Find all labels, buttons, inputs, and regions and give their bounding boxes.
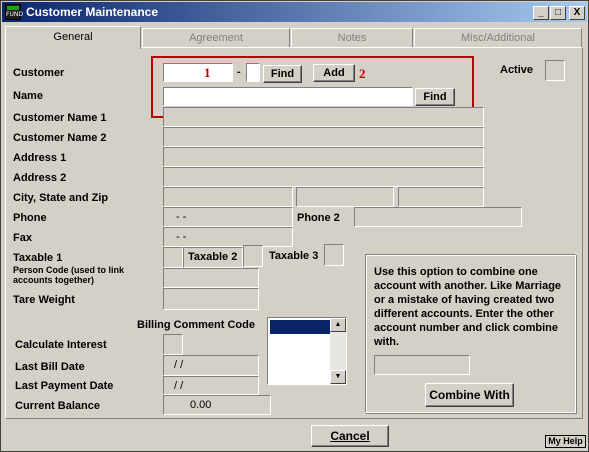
close-button[interactable]: X [569, 6, 585, 20]
active-label: Active [500, 64, 534, 76]
taxable-1-checkbox[interactable] [163, 247, 183, 268]
zip-field[interactable] [398, 187, 484, 207]
last-payment-date-label: Last Payment Date [15, 380, 114, 392]
fax-label: Fax [13, 232, 32, 244]
last-bill-date-field[interactable]: / / [163, 355, 259, 376]
last-bill-date-label: Last Bill Date [15, 361, 85, 373]
taxable-2-checkbox[interactable] [243, 245, 263, 267]
active-checkbox[interactable] [545, 60, 565, 81]
annotation-marker-1: 1 [204, 65, 211, 80]
window-title: Customer Maintenance [26, 5, 159, 19]
customer-name-2-label: Customer Name 2 [13, 132, 107, 144]
calculate-interest-label: Calculate Interest [15, 339, 107, 351]
current-balance-label: Current Balance [15, 400, 100, 412]
my-help-button[interactable]: My Help [545, 435, 586, 448]
tab-agreement[interactable]: Agreement [142, 28, 290, 48]
combine-with-button[interactable]: Combine With [425, 383, 514, 407]
phone-field[interactable]: - - [163, 207, 293, 227]
state-field[interactable] [296, 187, 394, 207]
customer-name-1-label: Customer Name 1 [13, 112, 107, 124]
billing-comment-scrollbar[interactable]: ▲ ▼ [330, 318, 346, 384]
phone-2-label: Phone 2 [297, 212, 340, 224]
customer-dash: - [237, 66, 241, 78]
minimize-icon: _ [538, 7, 544, 18]
customer-find-button[interactable]: Find [263, 65, 302, 83]
customer-name-1-field[interactable] [163, 107, 484, 127]
city-state-zip-label: City, State and Zip [13, 192, 109, 204]
taxable-3-label: Taxable 3 [269, 250, 319, 262]
address-1-label: Address 1 [13, 152, 67, 164]
taxable-1-label: Taxable 1 [13, 252, 63, 264]
taxable-2-label: Taxable 2 [183, 247, 243, 268]
city-field[interactable] [163, 187, 293, 207]
annotation-marker-2: 2 [359, 66, 366, 81]
cancel-button[interactable]: Cancel [311, 425, 389, 447]
tab-general[interactable]: General [5, 26, 141, 49]
customer-maintenance-window: FUND Customer Maintenance _ □ X General … [0, 0, 589, 452]
billing-comment-code-list[interactable]: ▲ ▼ [267, 317, 347, 385]
tab-misc-additional[interactable]: Misc/Additional [414, 28, 582, 48]
calculate-interest-checkbox[interactable] [163, 334, 183, 355]
billing-comment-code-label: Billing Comment Code [137, 319, 255, 331]
fund-app-icon: FUND [5, 4, 23, 20]
customer-name-2-field[interactable] [163, 127, 484, 147]
tare-weight-field[interactable] [163, 288, 259, 310]
minimize-button[interactable]: _ [533, 6, 549, 20]
fax-field[interactable]: - - [163, 227, 293, 247]
combine-instructions-text: Use this option to combine one account w… [374, 266, 562, 348]
cancel-button-label: Cancel [330, 429, 370, 443]
tab-strip: General Agreement Notes Misc/Additional [5, 26, 583, 49]
combine-account-number-field[interactable] [374, 355, 470, 375]
scroll-down-arrow-icon[interactable]: ▼ [330, 370, 346, 384]
address-2-field[interactable] [163, 167, 484, 187]
name-find-button[interactable]: Find [415, 88, 455, 106]
phone-label: Phone [13, 212, 47, 224]
address-1-field[interactable] [163, 147, 484, 167]
taxable-3-checkbox[interactable] [324, 244, 344, 266]
tab-notes[interactable]: Notes [291, 28, 413, 48]
customer-add-button[interactable]: Add [313, 64, 355, 82]
billing-comment-selected-item[interactable] [270, 320, 330, 334]
current-balance-field: 0.00 [163, 395, 271, 415]
person-code-label: Person Code (used to link accounts toget… [13, 265, 125, 285]
maximize-icon: □ [554, 7, 562, 18]
close-icon: X [573, 7, 581, 18]
address-2-label: Address 2 [13, 172, 67, 184]
name-label: Name [13, 90, 43, 102]
person-code-field[interactable] [163, 268, 259, 288]
customer-number-input[interactable]: 1 [163, 63, 233, 82]
tare-weight-label: Tare Weight [13, 294, 75, 306]
last-payment-date-field[interactable]: / / [163, 376, 259, 395]
title-bar[interactable]: FUND Customer Maintenance _ □ X [2, 2, 587, 22]
maximize-button[interactable]: □ [550, 6, 566, 20]
scroll-up-arrow-icon[interactable]: ▲ [330, 318, 346, 332]
customer-label: Customer [13, 67, 65, 79]
name-search-input[interactable] [163, 87, 413, 106]
customer-suffix-input[interactable] [246, 63, 260, 82]
phone-2-field[interactable] [354, 207, 522, 227]
